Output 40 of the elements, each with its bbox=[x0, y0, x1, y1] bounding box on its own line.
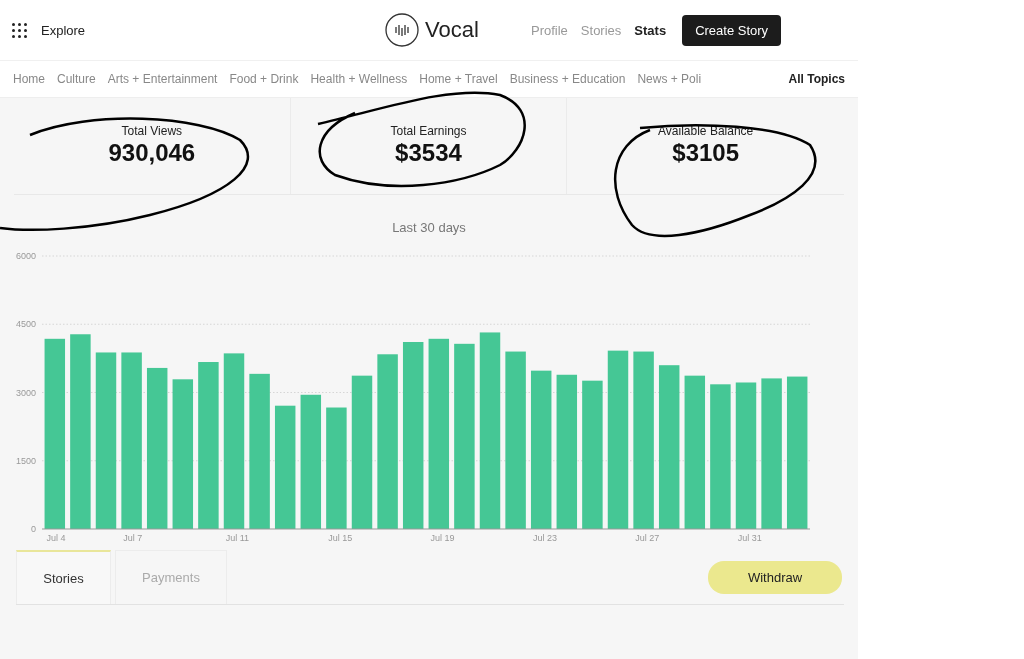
all-topics-link[interactable]: All Topics bbox=[788, 72, 845, 86]
nav-link[interactable]: Profile bbox=[531, 22, 568, 38]
topic-link[interactable]: Home + Travel bbox=[419, 72, 498, 86]
x-axis-label: Jul 31 bbox=[737, 533, 762, 543]
stat-label: Total Views bbox=[121, 124, 183, 138]
explore-link[interactable]: Explore bbox=[41, 22, 86, 38]
x-axis-label: Jul 4 bbox=[46, 533, 66, 543]
tab[interactable]: Payments bbox=[115, 550, 227, 604]
topic-link[interactable]: Business + Education bbox=[509, 72, 626, 86]
topic-link[interactable]: Home bbox=[13, 72, 45, 86]
tab[interactable]: Stories bbox=[16, 550, 111, 604]
y-axis-label: 1500 bbox=[15, 455, 36, 466]
logo-text[interactable]: Vocal bbox=[425, 17, 479, 43]
nav-link[interactable]: Stats bbox=[634, 22, 667, 38]
period-label: Last 30 days bbox=[391, 220, 467, 237]
y-axis-label: 4500 bbox=[15, 319, 36, 330]
withdraw-button[interactable]: Withdraw bbox=[708, 561, 842, 594]
create-story-button[interactable]: Create Story bbox=[682, 14, 782, 46]
apps-grid-icon[interactable] bbox=[12, 22, 27, 38]
topic-link[interactable]: Culture bbox=[57, 72, 96, 86]
y-axis-label: 6000 bbox=[15, 251, 36, 261]
x-axis-label: Jul 27 bbox=[635, 533, 660, 543]
x-axis-label: Jul 15 bbox=[328, 533, 353, 543]
x-axis-label: Jul 23 bbox=[532, 533, 557, 543]
y-axis-label: 0 bbox=[31, 524, 36, 534]
x-axis-label: Jul 11 bbox=[225, 533, 250, 543]
y-axis-label: 3000 bbox=[15, 387, 36, 398]
stat-value: $3534 bbox=[395, 139, 462, 167]
topic-link[interactable]: Arts + Entertainment bbox=[107, 72, 218, 86]
stat-label: Total Earnings bbox=[390, 124, 467, 138]
logo-icon bbox=[385, 13, 419, 47]
stat-value: $3105 bbox=[672, 139, 740, 167]
stat-label: Available Balance bbox=[658, 124, 754, 138]
x-axis-label: Jul 7 bbox=[123, 533, 143, 543]
topic-link[interactable]: News + Poli bbox=[637, 72, 702, 86]
topic-link[interactable]: Food + Drink bbox=[229, 72, 299, 86]
nav-link[interactable]: Stories bbox=[580, 22, 622, 38]
x-axis-label: Jul 19 bbox=[430, 533, 455, 543]
stat-value: 930,046 bbox=[108, 139, 196, 167]
topic-link[interactable]: Health + Wellness bbox=[310, 72, 408, 86]
